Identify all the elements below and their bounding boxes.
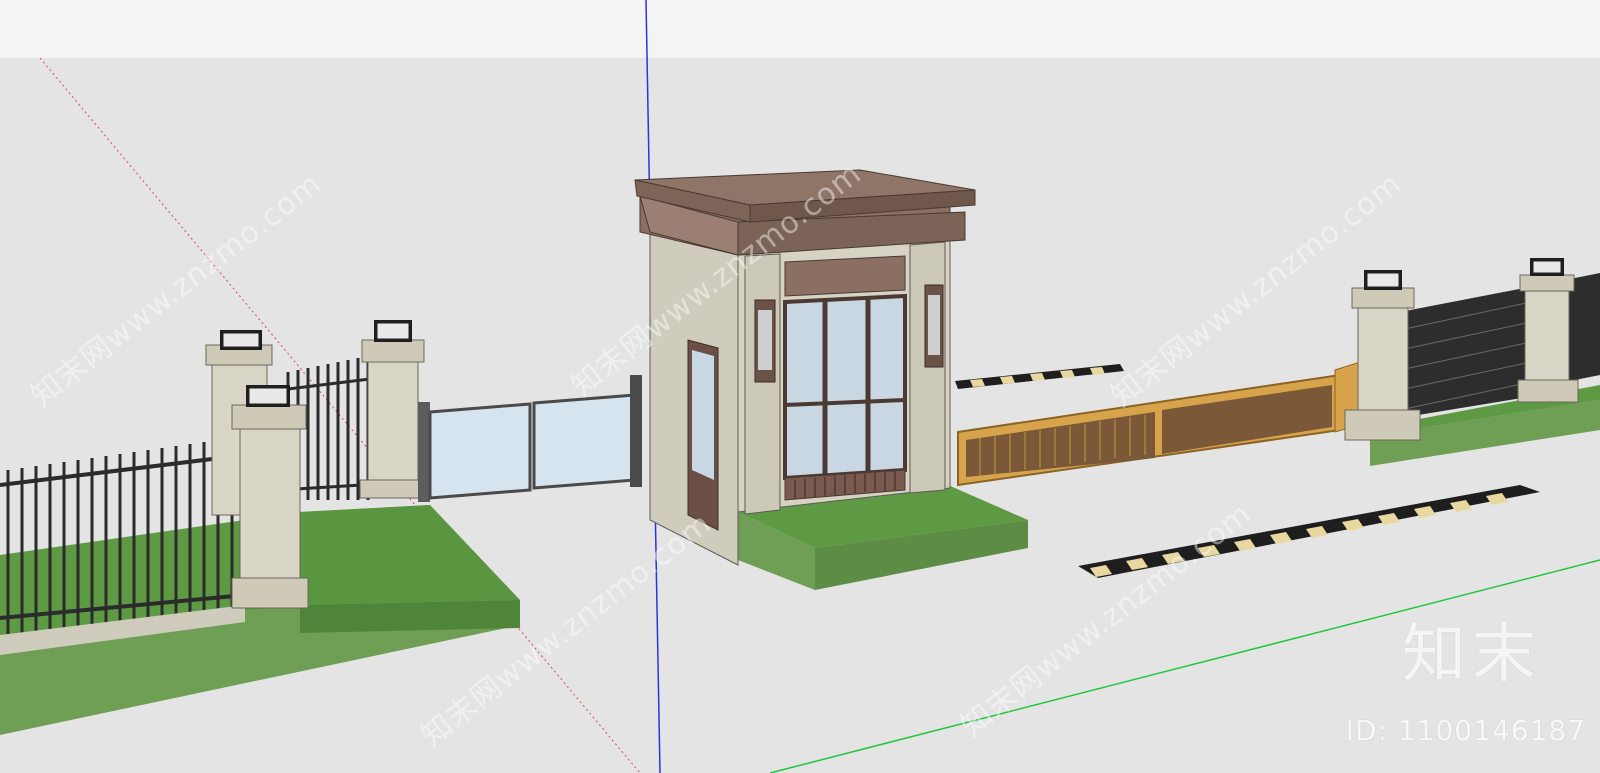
left-pillar-middle xyxy=(359,320,427,499)
3d-scene[interactable] xyxy=(0,0,1600,773)
sky-band xyxy=(0,0,1600,58)
3d-viewport[interactable]: 知末网www.znzmo.com 知末网www.znzmo.com 知末网www… xyxy=(0,0,1600,773)
left-pillar-front xyxy=(231,385,309,609)
image-id-label: ID: 1100146187 xyxy=(1345,714,1586,747)
brand-logo: 知末 xyxy=(1402,618,1542,692)
right-pillar-far xyxy=(1517,258,1579,403)
